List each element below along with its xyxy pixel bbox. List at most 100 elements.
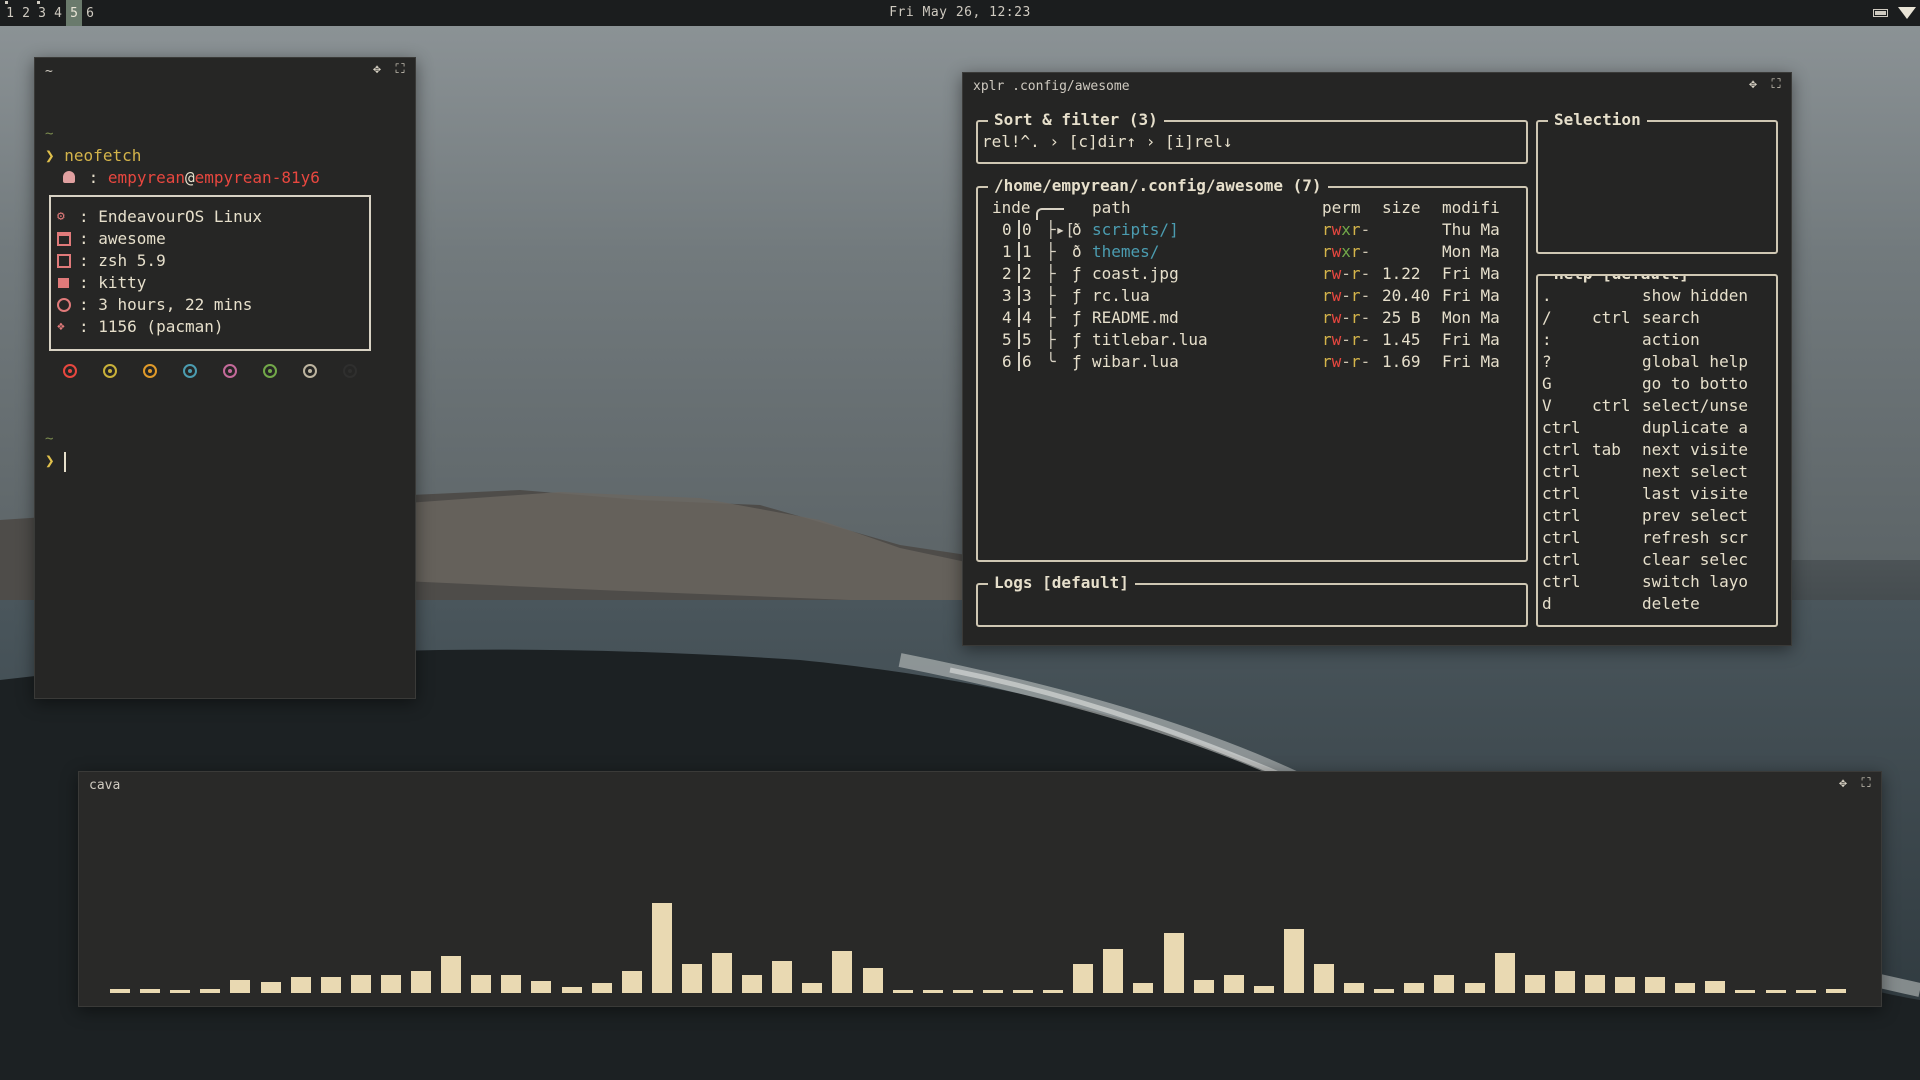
visualizer-bar	[652, 903, 672, 993]
user-separator: :	[88, 168, 99, 187]
file-permissions: rw-r-	[1322, 352, 1371, 371]
file-modified: Mon Ma	[1442, 242, 1500, 261]
color-dot-black	[343, 364, 357, 378]
battery-icon[interactable]	[1873, 9, 1888, 17]
cava-window[interactable]: cava ✥ ⛶	[78, 771, 1882, 1007]
panel-title: Selection	[1548, 110, 1647, 129]
terminal-titlebar[interactable]: ~ ✥ ⛶	[35, 58, 415, 84]
visualizer-bar	[140, 989, 160, 993]
prompt-symbol: ❯	[45, 146, 55, 165]
visualizer-bar	[832, 951, 852, 993]
row-relative-index: 1	[1018, 242, 1032, 261]
visualizer-bar	[1585, 975, 1605, 993]
maximize-icon[interactable]: ⛶	[1769, 78, 1783, 92]
row-relative-index: 3	[1018, 286, 1032, 305]
file-modified: Thu Ma	[1442, 220, 1500, 239]
help-row: ctrl switch layo	[1538, 572, 1776, 594]
file-table-panel[interactable]: /home/empyrean/.config/awesome (7) inde …	[976, 176, 1528, 562]
file-modified: Fri Ma	[1442, 330, 1500, 349]
help-modifier: ctrl	[1592, 308, 1631, 327]
tree-branch-icon: ├	[1046, 242, 1056, 261]
tree-branch-icon: ├▸[	[1046, 220, 1075, 239]
info-uptime: : 3 hours, 22 mins	[57, 295, 252, 314]
table-row[interactable]: 0 0 ├▸[ð scripts/] rwxr- Thu Ma	[978, 220, 1526, 242]
help-key: V	[1542, 396, 1552, 415]
visualizer-bar	[742, 975, 762, 993]
help-row: . show hidden	[1538, 286, 1776, 308]
file-name: README.md	[1092, 308, 1179, 327]
command-line[interactable]: ❯	[45, 450, 67, 472]
visualizer-bar	[1434, 975, 1454, 993]
help-row: d delete	[1538, 594, 1776, 616]
system-tray	[1873, 0, 1916, 26]
file-permissions: rwxr-	[1322, 242, 1371, 261]
table-row[interactable]: 5 5 ├ ƒ titlebar.lua rw-r- 1.45 Fri Ma	[978, 330, 1526, 352]
visualizer-bar	[1013, 990, 1033, 993]
table-row[interactable]: 4 4 ├ ƒ README.md rw-r- 25 B Mon Ma	[978, 308, 1526, 330]
help-row: ctrl last visite	[1538, 484, 1776, 506]
help-action: go to botto	[1642, 374, 1748, 393]
terminal-window[interactable]: ~ ✥ ⛶ ~ ❯ neofetch : empyrean@empyrean-8…	[34, 57, 416, 699]
visualizer-bar	[1374, 989, 1394, 993]
wifi-icon[interactable]	[1898, 7, 1916, 19]
help-action: switch layo	[1642, 572, 1748, 591]
prompt-symbol: ❯	[45, 451, 55, 470]
help-action: action	[1642, 330, 1700, 349]
table-row[interactable]: 6 6 ╰ ƒ wibar.lua rw-r- 1.69 Fri Ma	[978, 352, 1526, 374]
info-shell: : zsh 5.9	[57, 251, 166, 270]
header-modified: modifi	[1442, 198, 1500, 217]
header-perm: perm	[1322, 198, 1361, 217]
user-icon	[63, 171, 75, 183]
help-key: ctrl	[1542, 506, 1581, 525]
file-icon: ƒ	[1072, 264, 1082, 283]
row-index: 5	[1002, 330, 1012, 349]
visualizer-bar	[411, 971, 431, 993]
help-action: delete	[1642, 594, 1700, 613]
logs-panel: Logs [default]	[976, 573, 1528, 627]
window-title: ~	[45, 64, 53, 79]
visualizer-bar	[1735, 990, 1755, 993]
move-icon[interactable]: ✥	[370, 63, 384, 77]
visualizer-bar	[501, 975, 521, 993]
window-title: xplr .config/awesome	[973, 79, 1130, 94]
help-key: .	[1542, 286, 1552, 305]
help-action: next select	[1642, 462, 1748, 481]
row-relative-index: 4	[1018, 308, 1032, 327]
visualizer-bar	[1284, 929, 1304, 993]
table-row[interactable]: 2 2 ├ ƒ coast.jpg rw-r- 1.22 Fri Ma	[978, 264, 1526, 286]
visualizer-bar	[1164, 933, 1184, 993]
maximize-icon[interactable]: ⛶	[393, 63, 407, 77]
xplr-window[interactable]: xplr .config/awesome ✥ ⛶ Sort & filter (…	[962, 72, 1792, 646]
file-permissions: rw-r-	[1322, 330, 1371, 349]
table-row[interactable]: 1 1 ├ ð themes/rwxr- Mon Ma	[978, 242, 1526, 264]
file-name: scripts/]	[1092, 220, 1179, 239]
help-key: :	[1542, 330, 1552, 349]
visualizer-bar	[712, 953, 732, 993]
visualizer-bar	[592, 983, 612, 993]
help-row: ctrl tab next visite	[1538, 440, 1776, 462]
help-action: duplicate a	[1642, 418, 1748, 437]
help-row: ctrl refresh scr	[1538, 528, 1776, 550]
table-row[interactable]: 3 3 ├ ƒ rc.lua rw-r- 20.40 Fri Ma	[978, 286, 1526, 308]
visualizer-bar	[983, 990, 1003, 993]
file-permissions: rw-r-	[1322, 308, 1371, 327]
help-key: G	[1542, 374, 1552, 393]
visualizer-bar	[1073, 964, 1093, 993]
file-size: 25 B	[1382, 308, 1421, 327]
visualizer-bar	[1615, 977, 1635, 993]
folder-icon: ð	[1072, 220, 1082, 239]
xplr-titlebar[interactable]: xplr .config/awesome ✥ ⛶	[963, 73, 1791, 99]
visualizer-bar	[1314, 964, 1334, 993]
move-icon[interactable]: ✥	[1746, 78, 1760, 92]
visualizer-bar	[110, 989, 130, 993]
file-icon: ƒ	[1072, 286, 1082, 305]
file-modified: Fri Ma	[1442, 264, 1500, 283]
tree-branch-icon: ├	[1046, 264, 1056, 283]
visualizer-bar	[1043, 990, 1063, 993]
help-action: clear selec	[1642, 550, 1748, 569]
text-cursor	[64, 451, 67, 472]
table-header: inde path perm size modifi	[978, 198, 1526, 220]
command-text: neofetch	[64, 146, 142, 165]
tree-branch-icon: ╰	[1046, 352, 1056, 371]
top-wibar: 1 2 3 4 5 6 Fri May 26, 12:23	[0, 0, 1920, 26]
